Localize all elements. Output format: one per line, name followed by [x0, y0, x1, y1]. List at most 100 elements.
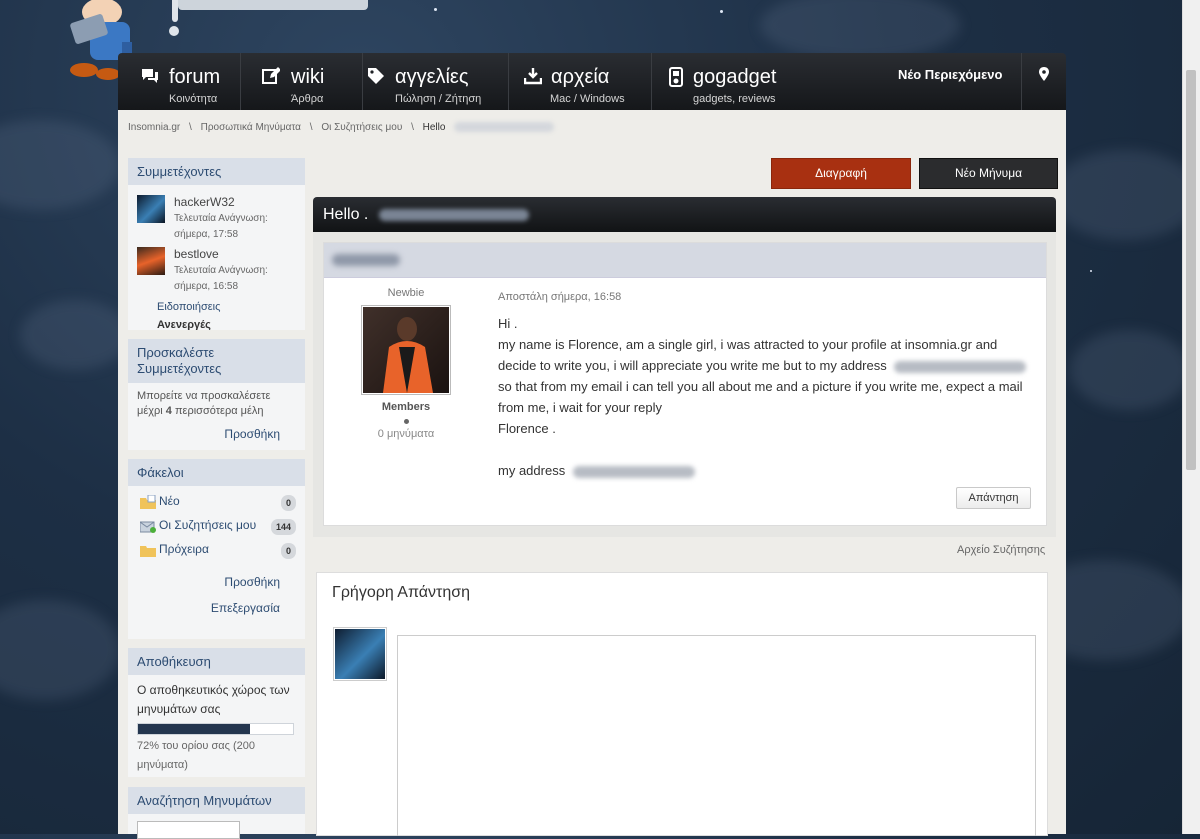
nav-subtitle: gadgets, reviews [693, 93, 776, 105]
message-line: my name is Florence, am a single girl, i… [498, 337, 998, 352]
participant-name[interactable]: hackerW32 [174, 195, 235, 209]
scrollbar-thumb[interactable] [1186, 70, 1196, 470]
folders-heading: Φάκελοι [128, 459, 305, 486]
new-folder-icon [140, 495, 156, 509]
ipod-icon [669, 67, 683, 87]
folder-item[interactable]: Νέο 0 [137, 491, 296, 515]
new-message-button[interactable]: Νέο Μήνυμα [919, 158, 1058, 189]
message-line: Florence . [498, 421, 556, 436]
inbox-folder-icon [140, 521, 156, 533]
nav-title: gogadget [693, 66, 777, 88]
nav-subtitle: Πώληση / Ζήτηση [395, 93, 482, 105]
tag-icon [368, 68, 384, 84]
folders-add-link[interactable]: Προσθήκη [137, 575, 296, 589]
message-post: Newbie Members 0 μηνύματα Αποστάλη σήμερ… [323, 242, 1047, 526]
conversation-title: Hello . [323, 206, 529, 224]
folders-box: Φάκελοι Νέο 0 Οι Συζητήσεις μου 144 Πρόχ… [128, 459, 305, 639]
message-line-with-redaction: decide to write you, i will appreciate y… [498, 355, 1038, 376]
logo-dot [169, 26, 179, 36]
message-line [498, 439, 1038, 460]
last-read-label: Τελευταία Ανάγνωση: [174, 213, 268, 224]
nav-forum[interactable]: forum Κοινότητα [118, 53, 241, 110]
quick-reply-editor[interactable] [397, 635, 1036, 836]
message-line: from me, i wait for your reply [498, 400, 662, 415]
message-line: so that from my email i can tell you all… [498, 379, 1023, 394]
folder-name[interactable]: Νέο [159, 494, 180, 508]
chat-icon [142, 69, 158, 83]
storage-usage: 72% του ορίου σας (200 μηνύματα) [137, 740, 255, 771]
last-read-value: σήμερα, 17:58 [174, 229, 239, 240]
storage-heading: Αποθήκευση [128, 648, 305, 675]
nav-subtitle: Mac / Windows [550, 93, 625, 105]
participant-last-read: Τελευταία Ανάγνωση: σήμερα, 17:58 [174, 211, 304, 243]
nav-gogadget[interactable]: gogadget gadgets, reviews [651, 53, 791, 110]
notifications-inactive[interactable]: Ανενεργές [157, 319, 296, 330]
nav-classifieds[interactable]: αγγελίες Πώληση / Ζήτηση [362, 53, 509, 110]
storage-bar-fill [138, 724, 250, 734]
invite-count: 4 [165, 405, 172, 417]
avatar[interactable] [137, 195, 165, 223]
nav-files[interactable]: αρχεία Mac / Windows [508, 53, 652, 110]
breadcrumb-conversations[interactable]: Οι Συζητήσεις μου [321, 122, 402, 133]
invite-heading: Προσκαλέστε Συμμετέχοντες [128, 339, 305, 383]
conversation-archive-link[interactable]: Αρχείο Συζήτησης [957, 544, 1045, 556]
download-icon [524, 68, 542, 85]
nav-title: wiki [291, 66, 325, 88]
delete-button[interactable]: Διαγραφή [771, 158, 911, 189]
conversation-header: Hello . [313, 197, 1056, 232]
storage-text: Ο αποθηκευτικός χώρος των μηνυμάτων σας [137, 683, 290, 716]
author-title: Newbie [387, 287, 425, 299]
redacted-author [332, 254, 400, 266]
folder-item[interactable]: Οι Συζητήσεις μου 144 [137, 515, 296, 539]
participants-box: Συμμετέχοντες hackerW32 Τελευταία Ανάγνω… [128, 158, 305, 330]
folder-item[interactable]: Πρόχειρα 0 [137, 539, 296, 563]
participants-heading: Συμμετέχοντες [128, 158, 305, 185]
participant-item: hackerW32 Τελευταία Ανάγνωση: σήμερα, 17… [137, 193, 296, 245]
breadcrumb-separator: \ [411, 122, 414, 133]
logo-exclamation [172, 0, 178, 22]
folder-name[interactable]: Πρόχειρα [159, 542, 209, 556]
avatar[interactable] [137, 247, 165, 275]
nav-location[interactable] [1021, 53, 1067, 110]
nav-subtitle: Άρθρα [291, 93, 324, 105]
reply-button[interactable]: Απάντηση [956, 487, 1031, 509]
map-pin-icon [1039, 67, 1049, 81]
invite-add-link[interactable]: Προσθήκη [137, 427, 296, 442]
redacted-email [572, 465, 695, 478]
quick-reply-title: Γρήγορη Απάντηση [332, 584, 470, 601]
participant-item: bestlove Τελευταία Ανάγνωση: σήμερα, 16:… [137, 245, 296, 297]
nav-title: αρχεία [551, 66, 610, 88]
redacted-email [894, 360, 1027, 373]
search-box: Αναζήτηση Μηνυμάτων [128, 787, 305, 839]
participant-name[interactable]: bestlove [174, 247, 219, 261]
folders-edit-link[interactable]: Επεξεργασία [137, 601, 296, 615]
message-sent-time: Αποστάλη σήμερα, 16:58 [498, 291, 622, 303]
message-text: Hi . my name is Florence, am a single gi… [498, 313, 1038, 481]
author-photo[interactable] [361, 305, 451, 395]
nav-subtitle: Κοινότητα [169, 93, 218, 105]
folder-name[interactable]: Οι Συζητήσεις μου [159, 518, 256, 532]
breadcrumb-separator: \ [309, 122, 313, 133]
breadcrumb: Insomnia.gr \ Προσωπικά Μηνύματα \ Οι Συ… [128, 122, 560, 133]
breadcrumb-pm[interactable]: Προσωπικά Μηνύματα [201, 122, 301, 133]
scrollbar[interactable] [1182, 0, 1200, 834]
breadcrumb-home[interactable]: Insomnia.gr [128, 122, 180, 133]
redacted-email [378, 208, 529, 221]
search-input[interactable] [137, 821, 240, 839]
status-dot [403, 419, 409, 424]
author-info: Newbie Members 0 μηνύματα [342, 287, 470, 440]
author-group: Members [381, 401, 431, 413]
notifications-label[interactable]: Ειδοποιήσεις [157, 301, 296, 313]
nav-title: forum [169, 66, 221, 88]
search-heading: Αναζήτηση Μηνυμάτων [128, 787, 305, 814]
main-nav: forum Κοινότητα wiki Άρθρα αγγελίες Πώλη… [118, 53, 1066, 110]
breadcrumb-current: Hello [422, 122, 446, 133]
nav-new-content[interactable]: Νέο Περιεχόμενο [898, 67, 1002, 82]
invite-box: Προσκαλέστε Συμμετέχοντες Μπορείτε να πρ… [128, 339, 305, 450]
participant-last-read: Τελευταία Ανάγνωση: σήμερα, 16:58 [174, 263, 304, 295]
nav-wiki[interactable]: wiki Άρθρα [240, 53, 363, 110]
avatar[interactable] [333, 627, 387, 681]
message-line: my address [498, 463, 566, 478]
last-read-value: σήμερα, 16:58 [174, 281, 239, 292]
conversation-title-text: Hello . [323, 206, 369, 223]
